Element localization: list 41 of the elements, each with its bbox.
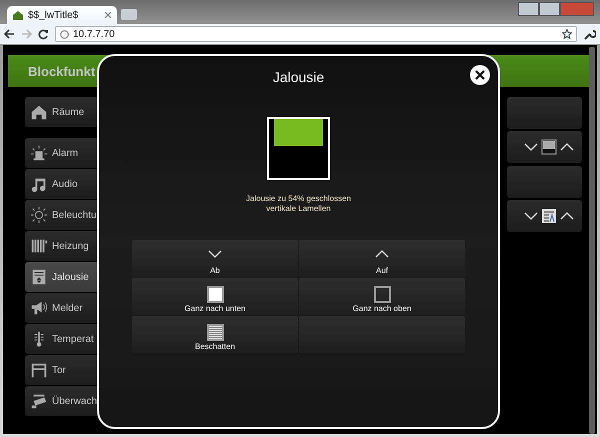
dialog-button[interactable]: Ab	[132, 240, 298, 277]
camera-icon	[30, 392, 48, 410]
back-arrow-icon[interactable]	[4, 29, 15, 39]
dialog-button[interactable]: Auf	[299, 240, 465, 277]
globe-icon	[60, 30, 69, 38]
status-text: Jalousie zu 54% geschlossen	[246, 194, 351, 204]
address-bar[interactable]: 10.7.7.70	[55, 26, 577, 42]
radiator-icon	[30, 237, 48, 255]
status-text: vertikale Lamellen	[265, 204, 332, 214]
star-icon[interactable]	[562, 29, 572, 39]
close-icon	[475, 70, 485, 80]
dialog-button[interactable]: Beschatten	[132, 316, 298, 353]
dialog-button[interactable]: Ganz nach oben	[299, 278, 465, 315]
close-icon[interactable]	[105, 12, 111, 18]
reload-icon[interactable]	[38, 28, 49, 40]
chevron-down-icon	[524, 143, 538, 151]
filled-square-icon	[206, 286, 224, 303]
maximize-button[interactable]	[539, 2, 560, 16]
close-button[interactable]	[470, 65, 490, 85]
chevron-up-icon	[560, 143, 574, 151]
gate-icon	[30, 361, 48, 379]
home-icon	[30, 103, 48, 121]
siren-icon	[30, 144, 48, 162]
scrollbar[interactable]	[589, 47, 595, 434]
striped-square-icon	[206, 324, 224, 341]
chevron-down-icon	[208, 250, 222, 258]
dialog-button[interactable]: Ganz nach unten	[132, 278, 298, 315]
chevron-up-icon	[375, 250, 389, 258]
home-icon	[13, 10, 23, 20]
empty-square-icon	[374, 286, 390, 303]
chevron-down-icon	[524, 212, 538, 220]
megaphone-icon	[30, 299, 48, 317]
sun-icon	[30, 206, 48, 224]
page-title: Blockfunkt	[28, 64, 96, 78]
blind-icon	[30, 268, 48, 286]
document-icon	[541, 208, 557, 224]
blind-icon	[541, 139, 557, 155]
browser-tab[interactable]: $$_lwTitle$	[7, 6, 117, 24]
minimize-button[interactable]	[518, 2, 539, 16]
dialog-title: Jalousie	[272, 69, 324, 85]
chevron-up-icon	[560, 212, 574, 220]
